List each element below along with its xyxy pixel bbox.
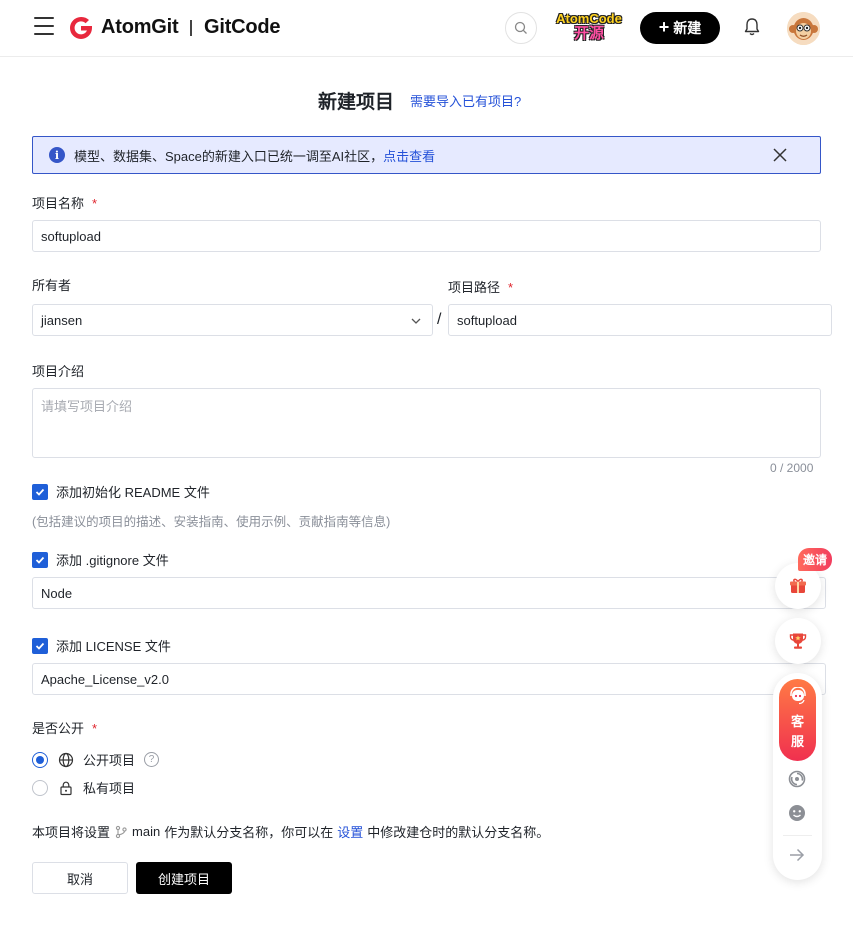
headset-icon [789, 686, 806, 705]
plus-icon: + [658, 17, 670, 37]
search-icon [514, 21, 527, 34]
lock-icon [60, 781, 72, 795]
project-intro-textarea[interactable]: 请填写项目介绍 [32, 388, 821, 458]
project-path-label-text: 项目路径 [448, 280, 501, 295]
brand-atomgit: AtomGit [101, 16, 179, 38]
owner-value: jiansen [41, 312, 83, 328]
brand-name[interactable]: AtomGit GitCode [101, 16, 281, 39]
menu-icon[interactable] [34, 17, 54, 37]
notice-text: 模型、数据集、Space的新建入口已统一调至AI社区， [74, 148, 384, 164]
visibility-label: 是否公开 * [32, 718, 97, 737]
cancel-button[interactable]: 取消 [32, 862, 128, 894]
license-label: 添加 LICENSE 文件 [56, 639, 171, 654]
owner-select[interactable]: jiansen [32, 304, 433, 336]
new-button[interactable]: + 新建 [640, 12, 720, 44]
branch-note-suffix: 中修改建仓时的默认分支名称。 [367, 825, 550, 840]
public-label: 公开项目 [83, 753, 136, 768]
license-value: Apache_License_v2.0 [41, 671, 169, 687]
gitignore-checkbox-row[interactable]: 添加 .gitignore 文件 [32, 550, 169, 569]
service-label-2: 服 [790, 734, 804, 749]
readme-checkbox[interactable] [32, 483, 48, 500]
arrow-right-icon[interactable] [787, 845, 807, 865]
project-name-value: softupload [41, 228, 101, 244]
default-branch-note: 本项目将设置 main 作为默认分支名称，你可以在 设置 中修改建仓时的默认分支… [32, 822, 549, 841]
help-icon[interactable]: ? [144, 752, 160, 767]
project-name-label-text: 项目名称 [32, 196, 85, 211]
brand-gitcode: GitCode [203, 16, 281, 38]
check-icon [35, 556, 45, 564]
floating-tool-panel: 客 服 [773, 673, 822, 880]
gitignore-label: 添加 .gitignore 文件 [56, 553, 169, 568]
readme-checkbox-row[interactable]: 添加初始化 README 文件 [32, 482, 210, 501]
info-icon: i [49, 147, 65, 163]
intro-char-counter: 0 / 2000 [770, 461, 814, 475]
spiral-icon[interactable] [787, 769, 807, 789]
required-mark: * [92, 196, 98, 211]
chevron-down-icon [411, 318, 421, 324]
gitignore-select[interactable]: Node [32, 577, 826, 609]
panel-divider [783, 835, 812, 836]
invite-badge[interactable]: 邀请 [798, 548, 833, 571]
readme-label: 添加初始化 README 文件 [56, 485, 210, 500]
private-radio-row[interactable]: 私有项目 [32, 778, 135, 797]
search-button[interactable] [505, 12, 537, 44]
path-separator: / [437, 311, 442, 328]
atomcode-badge-line2: 开源 [573, 25, 604, 42]
private-radio[interactable] [32, 779, 48, 796]
import-project-link[interactable]: 需要导入已有项目? [410, 91, 521, 110]
required-mark: * [92, 721, 98, 736]
private-label: 私有项目 [83, 781, 136, 796]
gift-icon [790, 578, 806, 593]
check-icon [35, 642, 45, 650]
new-button-label: 新建 [673, 20, 702, 36]
notice-link[interactable]: 点击查看 [383, 146, 435, 165]
trophy-button[interactable] [775, 618, 821, 664]
license-checkbox-row[interactable]: 添加 LICENSE 文件 [32, 636, 171, 655]
public-radio[interactable] [32, 751, 48, 768]
visibility-label-text: 是否公开 [32, 721, 85, 736]
atomgit-logo-icon[interactable] [68, 15, 94, 41]
license-checkbox[interactable] [32, 637, 48, 654]
git-branch-icon [115, 825, 127, 838]
project-intro-label: 项目介绍 [32, 364, 85, 379]
gitignore-value: Node [41, 585, 73, 601]
license-select[interactable]: Apache_License_v2.0 [32, 663, 826, 695]
smiley-icon[interactable] [787, 803, 807, 823]
project-path-label: 项目路径 * [448, 277, 513, 296]
customer-service-button[interactable]: 客 服 [779, 679, 816, 761]
page-title: 新建项目 [318, 92, 395, 113]
check-icon [35, 488, 45, 496]
public-radio-row[interactable]: 公开项目 ? [32, 750, 160, 769]
bell-icon[interactable] [742, 16, 762, 38]
user-avatar[interactable] [787, 12, 820, 45]
service-label-1: 客 [790, 714, 804, 729]
gitignore-checkbox[interactable] [32, 551, 48, 568]
create-project-button[interactable]: 创建项目 [136, 862, 232, 894]
project-name-label: 项目名称 * [32, 193, 97, 212]
required-mark: * [508, 280, 514, 295]
branch-name: main [132, 824, 161, 839]
project-path-input[interactable]: softupload [448, 304, 832, 336]
owner-label: 所有者 [32, 278, 72, 293]
monkey-avatar-icon [787, 12, 820, 45]
trophy-icon [789, 633, 807, 649]
close-icon[interactable] [772, 147, 788, 163]
branch-note-prefix: 本项目将设置 [32, 825, 111, 840]
brand-separator [190, 19, 192, 36]
settings-link[interactable]: 设置 [337, 822, 363, 841]
project-intro-placeholder: 请填写项目介绍 [41, 399, 133, 414]
notice-banner: i 模型、数据集、Space的新建入口已统一调至AI社区， 点击查看 [32, 136, 821, 174]
atomcode-badge-line1: AtomCode [556, 11, 622, 26]
atomcode-open-source-badge[interactable]: AtomCode 开源 [556, 11, 622, 45]
readme-hint: (包括建议的项目的描述、安装指南、使用示例、贡献指南等信息) [32, 515, 391, 529]
branch-note-middle: 作为默认分支名称，你可以在 [164, 825, 334, 840]
globe-icon [58, 752, 74, 767]
project-path-value: softupload [457, 312, 517, 328]
top-header: AtomGit GitCode AtomCode 开源 + 新建 [0, 0, 853, 57]
project-name-input[interactable]: softupload [32, 220, 821, 252]
